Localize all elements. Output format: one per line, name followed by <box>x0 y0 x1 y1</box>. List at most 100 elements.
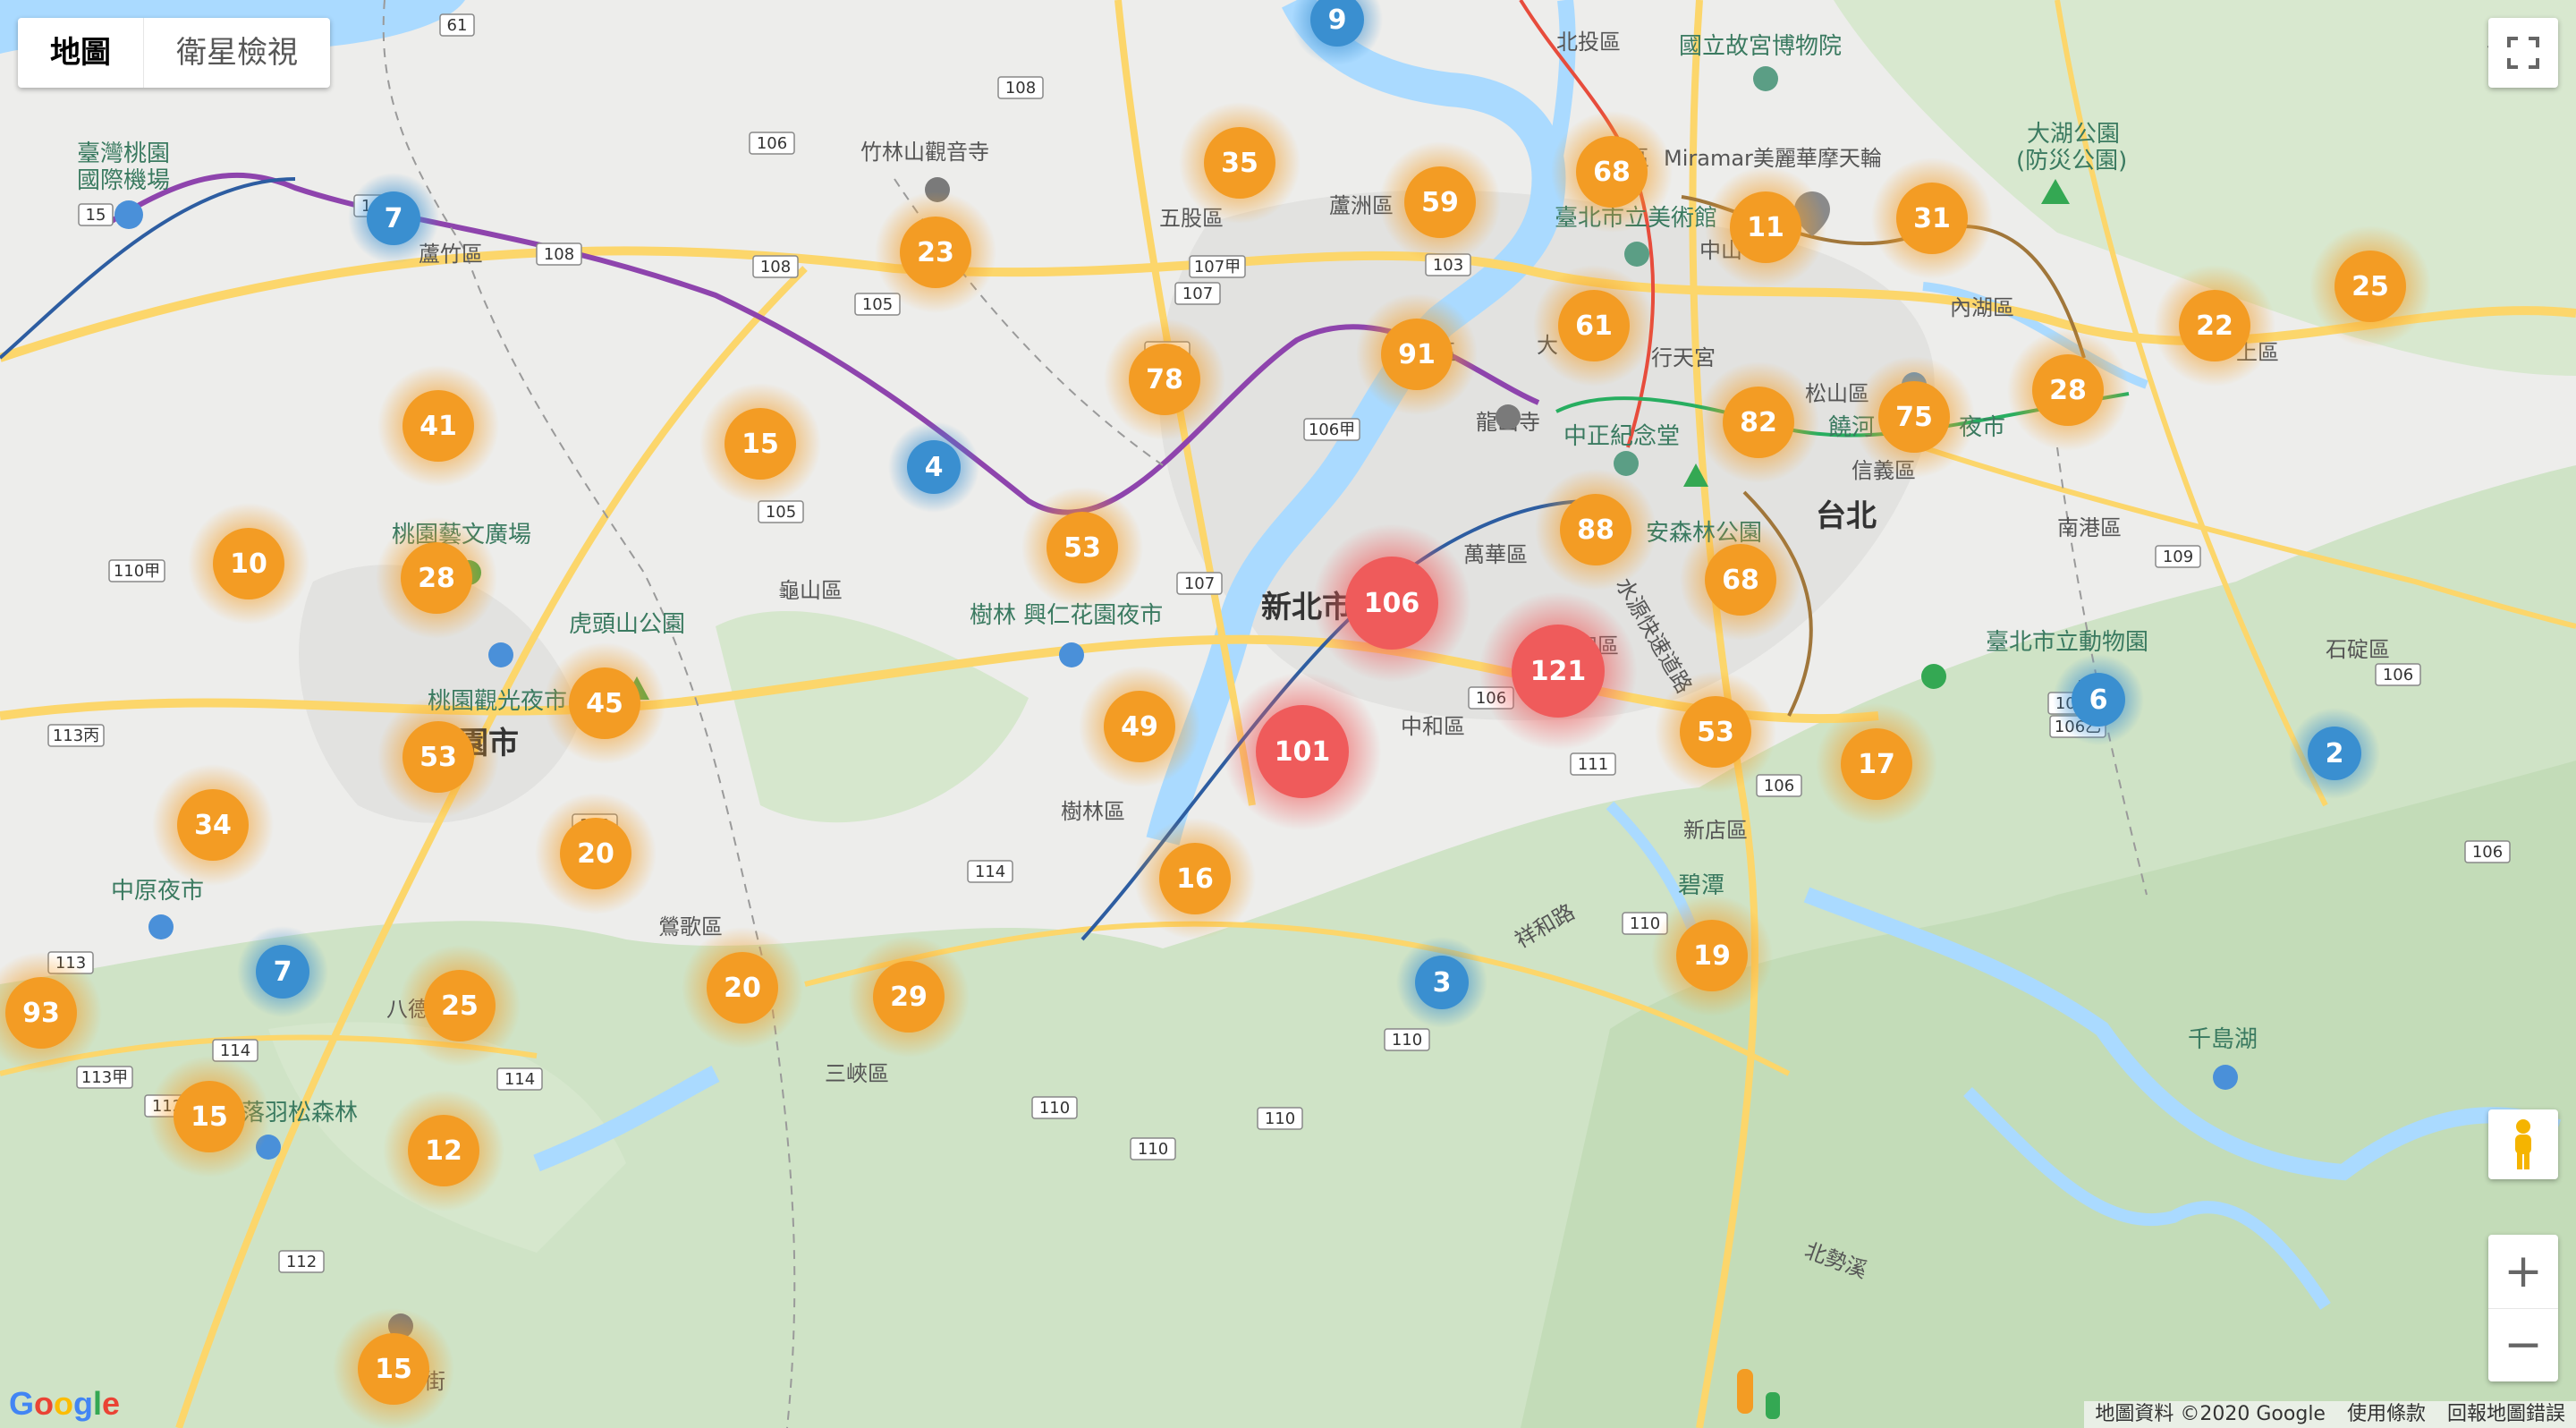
place-label: 石碇區 <box>2326 637 2390 662</box>
cluster-marker[interactable]: 12 <box>383 1090 504 1211</box>
cluster-marker[interactable]: 29 <box>848 936 970 1058</box>
museum-icon[interactable] <box>1753 66 1778 91</box>
cluster-marker[interactable]: 25 <box>399 945 521 1067</box>
cluster-marker[interactable]: 3 <box>1396 937 1487 1028</box>
street-view-person-icon <box>1737 1369 1753 1414</box>
cluster-count: 9 <box>1328 4 1347 36</box>
cluster-marker[interactable]: 121 <box>1479 591 1638 751</box>
cluster-marker[interactable]: 7 <box>348 173 439 264</box>
cluster-count: 75 <box>1895 402 1933 433</box>
cluster-count: 12 <box>425 1135 462 1167</box>
road-shield: 106 <box>749 132 795 155</box>
shopping-icon[interactable] <box>148 914 174 939</box>
map-type-satellite-button[interactable]: 衛星檢視 <box>143 18 330 88</box>
terms-link[interactable]: 使用條款 <box>2336 1401 2436 1428</box>
temple-icon[interactable] <box>1496 404 1521 429</box>
cluster-marker[interactable]: 35 <box>1179 102 1301 224</box>
cluster-marker[interactable]: 11 <box>1705 166 1826 288</box>
zoo-icon[interactable] <box>1921 664 1946 689</box>
fullscreen-button[interactable] <box>2488 18 2558 88</box>
cluster-marker[interactable]: 20 <box>682 927 803 1049</box>
zoom-out-button[interactable]: − <box>2488 1307 2558 1382</box>
cluster-marker[interactable]: 53 <box>1021 487 1143 608</box>
cluster-count: 29 <box>890 982 928 1013</box>
cluster-count: 15 <box>375 1354 412 1385</box>
cluster-marker[interactable]: 61 <box>1533 265 1655 387</box>
cluster-marker[interactable]: 20 <box>535 793 657 914</box>
map-attribution: 地圖資料 ©2020 Google 使用條款 回報地圖錯誤 <box>2084 1401 2576 1428</box>
street-view-person-icon <box>1766 1392 1780 1419</box>
street-view-pegman-button[interactable] <box>2488 1109 2558 1179</box>
cluster-marker[interactable]: 2 <box>2289 708 2380 799</box>
cluster-marker[interactable]: 23 <box>875 191 996 313</box>
cluster-marker[interactable]: 16 <box>1134 818 1256 939</box>
cluster-marker[interactable]: 7 <box>237 926 328 1017</box>
cluster-marker[interactable]: 45 <box>544 642 665 764</box>
place-label: (防災公園) <box>2016 148 2127 174</box>
cluster-count: 82 <box>1740 407 1777 438</box>
place-label: 千島湖 <box>2188 1026 2258 1053</box>
museum-icon[interactable] <box>1624 242 1649 267</box>
shopping-icon[interactable] <box>488 642 513 667</box>
google-logo[interactable]: Google <box>9 1385 120 1423</box>
cluster-marker[interactable]: 82 <box>1698 361 1819 483</box>
cluster-marker[interactable]: 19 <box>1651 895 1773 1016</box>
cluster-marker[interactable]: 41 <box>377 365 499 487</box>
cluster-marker[interactable]: 22 <box>2154 265 2275 387</box>
road-shield: 110 <box>1257 1107 1303 1130</box>
road-shield-label: 109 <box>2163 548 2193 566</box>
cluster-count: 28 <box>418 563 455 594</box>
cluster-marker[interactable]: 59 <box>1379 141 1501 263</box>
shopping-icon[interactable] <box>1059 642 1084 667</box>
cluster-count: 34 <box>194 810 232 841</box>
road-shield: 110 <box>1031 1096 1078 1119</box>
map-canvas[interactable]: 北投區 國立故宮博物院 竹林山觀音寺 臺灣桃園 國際機場 五股區 蘆洲區 蘆竹區… <box>0 0 2576 1428</box>
airport-icon[interactable] <box>114 200 143 229</box>
zoom-in-button[interactable]: + <box>2488 1235 2558 1308</box>
road-shield: 105 <box>854 293 901 316</box>
cluster-marker[interactable]: 53 <box>377 696 499 818</box>
cluster-marker[interactable]: 17 <box>1816 703 1937 825</box>
road-shield: 61 <box>439 13 475 37</box>
cluster-marker[interactable]: 101 <box>1223 672 1382 831</box>
cluster-marker[interactable]: 28 <box>376 517 497 639</box>
road-shield: 114 <box>967 860 1013 883</box>
cluster-marker[interactable]: 25 <box>2309 225 2431 347</box>
cluster-marker[interactable]: 106 <box>1312 523 1471 683</box>
report-error-link[interactable]: 回報地圖錯誤 <box>2436 1401 2576 1428</box>
pegman-icon <box>2515 1119 2531 1169</box>
cluster-marker[interactable]: 15 <box>333 1308 454 1428</box>
place-label: 行天宮 <box>1651 345 1716 370</box>
map-type-map-button[interactable]: 地圖 <box>18 18 143 88</box>
road-shield: 106 <box>1756 774 1802 797</box>
cluster-marker[interactable]: 68 <box>1551 111 1673 233</box>
road-shield-label: 114 <box>975 863 1005 881</box>
road-shield-label: 108 <box>1005 79 1036 98</box>
cluster-marker[interactable]: 53 <box>1655 671 1776 793</box>
cluster-marker[interactable]: 31 <box>1871 157 1993 279</box>
cluster-marker[interactable]: 28 <box>2007 329 2129 451</box>
cluster-count: 19 <box>1693 940 1731 972</box>
road-shield: 108 <box>536 242 582 266</box>
cluster-count: 16 <box>1176 863 1214 895</box>
cluster-marker[interactable]: 91 <box>1356 293 1478 415</box>
cluster-marker[interactable]: 49 <box>1079 666 1200 787</box>
cluster-marker[interactable]: 4 <box>888 421 979 513</box>
cluster-count: 88 <box>1577 514 1614 546</box>
cluster-marker[interactable]: 78 <box>1104 319 1225 440</box>
road-shield: 110 <box>1384 1028 1430 1051</box>
cluster-marker[interactable]: 15 <box>699 383 821 505</box>
cluster-marker[interactable]: 15 <box>148 1056 270 1177</box>
cluster-marker[interactable]: 68 <box>1680 519 1801 641</box>
landmark-icon[interactable] <box>1614 451 1639 476</box>
cluster-marker[interactable]: 75 <box>1853 356 1975 478</box>
cluster-marker[interactable]: 88 <box>1535 469 1657 591</box>
road-shield-label: 107 <box>1184 574 1215 593</box>
road-shield: 107甲 <box>1189 255 1246 278</box>
cluster-marker[interactable]: 34 <box>152 764 274 886</box>
camera-icon[interactable] <box>2213 1065 2238 1090</box>
cluster-marker[interactable]: 6 <box>2053 654 2144 745</box>
cluster-marker[interactable]: 10 <box>188 503 309 625</box>
cluster-count: 68 <box>1593 157 1631 188</box>
cluster-count: 25 <box>2351 271 2389 302</box>
